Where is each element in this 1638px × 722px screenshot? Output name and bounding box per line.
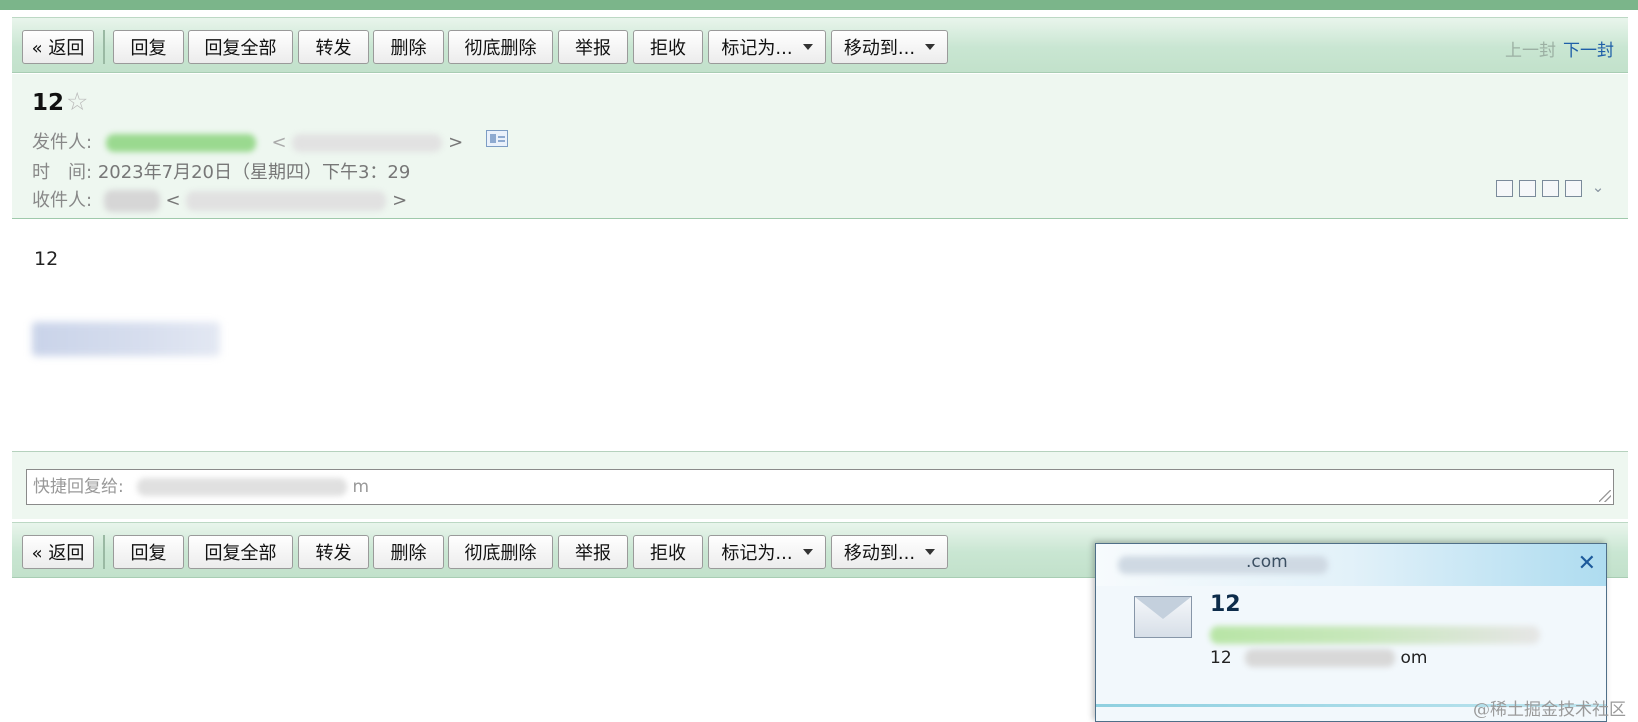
toolbar-separator (103, 535, 105, 569)
reply-all-button[interactable]: 回复全部 (188, 535, 293, 569)
sender-email-close: > (448, 132, 464, 153)
quick-reply-address-redacted (137, 478, 348, 496)
recipient-email-redacted (186, 191, 387, 211)
contact-card-icon[interactable] (486, 130, 508, 147)
notification-subject[interactable]: 12 (1210, 592, 1241, 617)
time-value: 2023年7月20日（星期四）下午3：29 (97, 162, 411, 183)
mail-header: 12 ☆ 发件人: < > 时 间: 2023年7月20日（星期四）下午3：29… (12, 74, 1628, 219)
reply-all-button[interactable]: 回复全部 (188, 30, 293, 64)
back-button[interactable]: « 返回 (22, 30, 94, 64)
recipient-open: < (165, 190, 181, 211)
notification-preview-redacted (1245, 649, 1396, 667)
mark-as-label: 标记为... (721, 543, 793, 564)
reject-button[interactable]: 拒收 (633, 30, 703, 64)
top-strip (0, 0, 1638, 10)
recipient-close: > (392, 190, 408, 211)
move-to-dropdown[interactable]: 移动到... (831, 535, 948, 569)
next-mail-link[interactable]: 下一封 (1563, 36, 1614, 61)
delete-permanently-button[interactable]: 彻底删除 (448, 535, 553, 569)
new-window-icon[interactable] (1496, 180, 1513, 197)
notification-preview: 12 om (1210, 648, 1427, 668)
envelope-icon (1134, 596, 1192, 638)
mail-subject: 12 (32, 90, 65, 116)
delete-permanently-button[interactable]: 彻底删除 (448, 30, 553, 64)
sender-email-redacted (292, 134, 443, 152)
move-to-label: 移动到... (843, 543, 916, 564)
sender-email-open: < (271, 132, 287, 153)
report-button[interactable]: 举报 (558, 30, 628, 64)
report-button[interactable]: 举报 (558, 535, 628, 569)
top-toolbar: « 返回 回复 回复全部 转发 删除 彻底删除 举报 拒收 标记为... 移动到… (12, 17, 1628, 73)
mail-body-text: 12 (34, 248, 59, 270)
reply-button[interactable]: 回复 (113, 30, 184, 64)
notification-preview-text: 12 (1210, 648, 1232, 668)
time-label: 时 间: (32, 162, 93, 183)
reject-button[interactable]: 拒收 (633, 535, 703, 569)
chevron-down-icon (925, 549, 936, 555)
resize-grip[interactable] (1599, 490, 1611, 502)
sender-row: 发件人: < > (32, 128, 463, 154)
quick-reply-area: 快捷回复给: m (12, 451, 1628, 519)
notification-sender-redacted (1210, 626, 1540, 644)
delete-button[interactable]: 删除 (373, 30, 444, 64)
notification-account-suffix: .com (1246, 552, 1288, 572)
back-button[interactable]: « 返回 (22, 535, 94, 569)
delete-button[interactable]: 删除 (373, 535, 444, 569)
forward-button[interactable]: 转发 (298, 30, 369, 64)
recipient-label: 收件人: (32, 190, 93, 211)
toolbar-separator (103, 30, 105, 64)
watermark: @稀土掘金技术社区 (1473, 700, 1626, 720)
chevron-down-icon (925, 44, 936, 50)
close-icon[interactable]: ✕ (1578, 551, 1596, 576)
prev-mail-link[interactable]: 上一封 (1505, 36, 1556, 61)
signature-redacted (32, 322, 220, 356)
expand-chevron-icon[interactable]: ⌄ (1588, 180, 1608, 197)
sender-label: 发件人: (32, 132, 93, 153)
recipient-row: 收件人: < > (32, 186, 407, 212)
recipient-name-redacted (103, 190, 160, 212)
mail-read-page: « 返回 回复 回复全部 转发 删除 彻底删除 举报 拒收 标记为... 移动到… (0, 0, 1638, 722)
mark-as-dropdown[interactable]: 标记为... (708, 30, 826, 64)
move-to-dropdown[interactable]: 移动到... (831, 30, 948, 64)
header-tools: ⌄ (1496, 180, 1608, 197)
mark-as-label: 标记为... (721, 38, 793, 59)
star-icon[interactable]: ☆ (66, 87, 88, 116)
chevron-down-icon (802, 549, 813, 555)
sender-name-redacted[interactable] (105, 134, 256, 152)
time-row: 时 间: 2023年7月20日（星期四）下午3：29 (32, 158, 410, 184)
quick-reply-label: 快捷回复给: (33, 477, 124, 497)
notification-header: .com ✕ (1096, 544, 1606, 586)
quick-reply-input[interactable]: 快捷回复给: m (26, 469, 1614, 505)
chevron-down-icon (802, 44, 813, 50)
note-icon[interactable] (1519, 180, 1536, 197)
print-icon[interactable] (1565, 180, 1582, 197)
move-to-label: 移动到... (843, 38, 916, 59)
reply-button[interactable]: 回复 (113, 535, 184, 569)
mark-as-dropdown[interactable]: 标记为... (708, 535, 826, 569)
notification-preview-suffix: om (1400, 648, 1428, 668)
notification-account-redacted (1118, 556, 1328, 574)
download-icon[interactable] (1542, 180, 1559, 197)
forward-button[interactable]: 转发 (298, 535, 369, 569)
quick-reply-suffix: m (352, 477, 370, 497)
